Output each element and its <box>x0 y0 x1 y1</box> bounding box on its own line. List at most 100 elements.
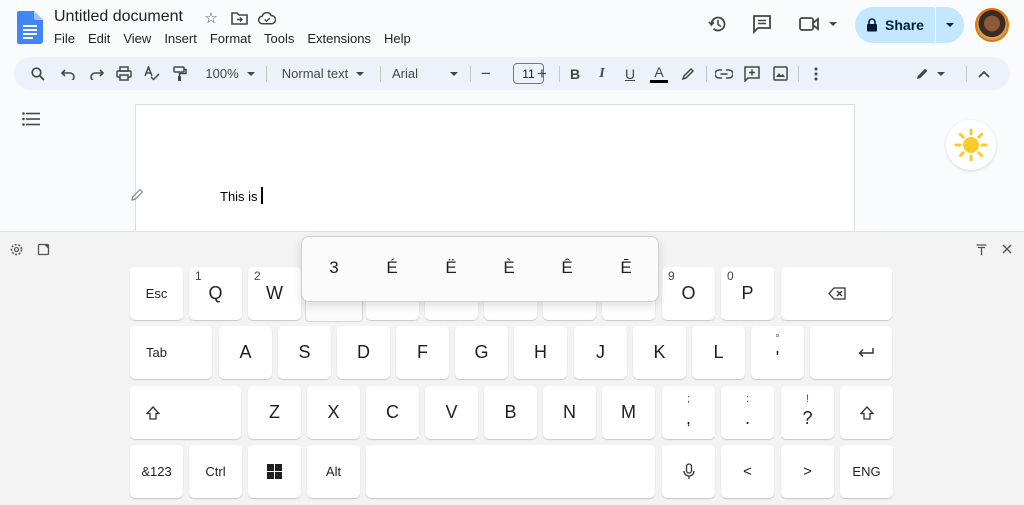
keyboard-layout-icon[interactable] <box>974 242 988 256</box>
accent-option-e-macron[interactable]: Ē <box>611 258 641 278</box>
key-q[interactable]: 1 Q <box>189 267 242 320</box>
key-o[interactable]: 9 O <box>662 267 715 320</box>
key-g[interactable]: G <box>455 326 508 379</box>
search-menus-icon[interactable] <box>28 57 48 90</box>
accent-option-e-circumflex[interactable]: Ê <box>552 258 582 278</box>
key-j[interactable]: J <box>574 326 627 379</box>
hide-menus-icon[interactable] <box>976 57 992 90</box>
backspace-icon <box>827 287 846 300</box>
meet-icon[interactable] <box>798 12 838 36</box>
accent-option-e-acute[interactable]: É <box>377 258 407 278</box>
underline-button[interactable]: U <box>622 57 638 90</box>
key-tab[interactable]: Tab <box>130 326 212 379</box>
text-color-swatch <box>650 79 668 83</box>
font-select[interactable]: Arial <box>392 57 458 90</box>
key-ctrl[interactable]: Ctrl <box>189 445 242 498</box>
star-icon[interactable]: ☆ <box>202 9 220 27</box>
accent-option-3[interactable]: 3 <box>319 258 349 278</box>
zoom-select[interactable]: 100% <box>200 57 260 90</box>
menu-help[interactable]: Help <box>384 31 418 46</box>
highlight-icon[interactable] <box>678 57 698 90</box>
key-esc[interactable]: Esc <box>130 267 183 320</box>
key-right-arrow[interactable]: > <box>781 445 834 498</box>
key-h[interactable]: H <box>514 326 567 379</box>
key-l[interactable]: L <box>692 326 745 379</box>
accent-popup-key-e[interactable] <box>305 300 363 322</box>
menu-extensions[interactable]: Extensions <box>307 31 378 46</box>
key-backspace[interactable] <box>781 267 892 320</box>
italic-button[interactable]: I <box>594 57 610 90</box>
key-quote[interactable]: ° ' <box>751 326 804 379</box>
key-c[interactable]: C <box>366 386 419 439</box>
key-d[interactable]: D <box>337 326 390 379</box>
comment-icon[interactable] <box>750 12 774 36</box>
menu-insert[interactable]: Insert <box>164 31 204 46</box>
paragraph-style-select[interactable]: Normal text <box>276 57 370 90</box>
key-w[interactable]: 2 W <box>248 267 301 320</box>
share-button[interactable]: Share <box>855 7 964 43</box>
spellcheck-icon[interactable] <box>142 57 162 90</box>
key-p[interactable]: 0 P <box>721 267 774 320</box>
menu-format[interactable]: Format <box>210 31 258 46</box>
key-m[interactable]: M <box>602 386 655 439</box>
move-folder-icon[interactable] <box>230 9 248 27</box>
close-keyboard-icon[interactable] <box>1000 242 1014 256</box>
key-shift-right[interactable] <box>840 386 893 439</box>
key-a[interactable]: A <box>219 326 272 379</box>
cloud-saved-icon[interactable] <box>258 9 276 27</box>
key-shift-left[interactable] <box>130 386 241 439</box>
key-language[interactable]: ENG <box>840 445 893 498</box>
key-alt[interactable]: Alt <box>307 445 360 498</box>
document-page[interactable] <box>135 104 855 244</box>
key-s[interactable]: S <box>278 326 331 379</box>
key-comma[interactable]: ; , <box>662 386 715 439</box>
zoom-value: 100% <box>205 66 239 81</box>
key-b[interactable]: B <box>484 386 537 439</box>
text-color-button[interactable]: A <box>648 57 670 90</box>
key-enter[interactable] <box>810 326 892 379</box>
key-x[interactable]: X <box>307 386 360 439</box>
document-title[interactable]: Untitled document <box>54 8 183 26</box>
bold-button[interactable]: B <box>567 57 583 90</box>
increase-font-size-button[interactable]: + <box>534 57 550 90</box>
undo-icon[interactable] <box>58 57 78 90</box>
key-z[interactable]: Z <box>248 386 301 439</box>
keyboard-settings-icon[interactable] <box>9 242 23 256</box>
insert-image-icon[interactable] <box>770 57 790 90</box>
key-n[interactable]: N <box>543 386 596 439</box>
add-comment-icon[interactable] <box>742 57 762 90</box>
key-dictation[interactable] <box>662 445 715 498</box>
key-period[interactable]: : . <box>721 386 774 439</box>
sun-icon[interactable] <box>946 120 996 170</box>
more-options-icon[interactable] <box>806 57 826 90</box>
key-space[interactable] <box>366 445 655 498</box>
print-icon[interactable] <box>114 57 134 90</box>
share-dropdown[interactable] <box>936 23 964 27</box>
accent-option-e-grave[interactable]: È <box>494 258 524 278</box>
key-f[interactable]: F <box>396 326 449 379</box>
decrease-font-size-button[interactable]: − <box>478 57 494 90</box>
menu-tools[interactable]: Tools <box>264 31 301 46</box>
avatar[interactable] <box>975 8 1009 42</box>
paint-format-icon[interactable] <box>170 57 190 90</box>
share-main[interactable]: Share <box>855 7 935 43</box>
editing-mode-select[interactable] <box>910 57 950 90</box>
key-v[interactable]: V <box>425 386 478 439</box>
redo-icon[interactable] <box>86 57 106 90</box>
insert-link-icon[interactable] <box>714 57 734 90</box>
document-text[interactable]: This is <box>220 189 258 204</box>
clipboard-icon[interactable] <box>36 242 50 256</box>
key-k[interactable]: K <box>633 326 686 379</box>
docs-logo[interactable] <box>17 11 43 44</box>
history-icon[interactable] <box>706 12 730 36</box>
menu-view[interactable]: View <box>123 31 158 46</box>
key-left-arrow[interactable]: < <box>721 445 774 498</box>
shift-icon <box>146 405 160 420</box>
key-windows[interactable] <box>248 445 301 498</box>
menu-edit[interactable]: Edit <box>88 31 117 46</box>
key-symbols[interactable]: &123 <box>130 445 183 498</box>
accent-option-e-diaeresis[interactable]: Ë <box>436 258 466 278</box>
document-outline-icon[interactable] <box>22 112 40 126</box>
menu-file[interactable]: File <box>54 31 82 46</box>
key-question[interactable]: ! ? <box>781 386 834 439</box>
